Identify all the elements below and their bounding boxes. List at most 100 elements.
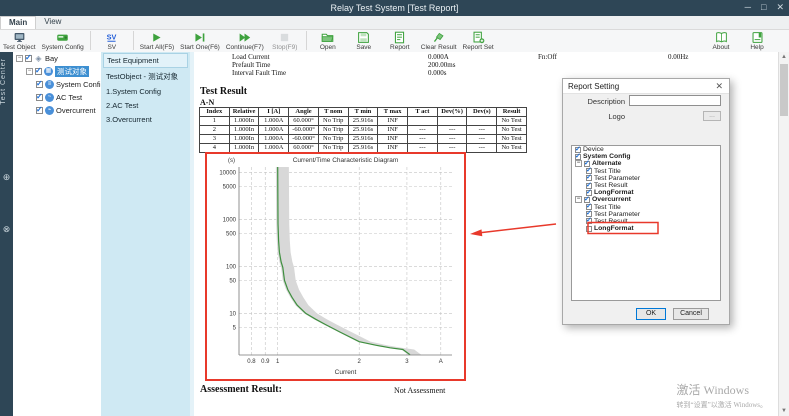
close-circle-icon[interactable]: ⊗ (1, 224, 12, 235)
expander-icon[interactable]: − (16, 55, 23, 62)
dialog-tree-item-longformat[interactable]: LongFormat (572, 189, 720, 196)
nav-item-testobject-测试对象[interactable]: TestObject - 测试对象 (103, 69, 188, 84)
dialog-tree-item-test-result[interactable]: Test Result (572, 218, 720, 225)
toolbar-button-label: Report Set (463, 44, 494, 51)
toolbar-button-clear-result[interactable]: Clear Result (418, 31, 460, 51)
report-setting-dialog: Report Setting ✕ Description Logo ... De… (562, 78, 730, 325)
checkbox[interactable] (36, 94, 43, 101)
save-icon (349, 31, 379, 44)
dialog-tree-item-system-config[interactable]: System Config (572, 153, 720, 160)
toolbar-button-label: Start All(F5) (140, 44, 174, 51)
report-set-icon (463, 31, 494, 44)
table-cell: 1.000In (229, 117, 259, 126)
nav-item-2-ac-test[interactable]: 2.AC Test (103, 99, 188, 112)
ok-button[interactable]: OK (636, 308, 666, 320)
description-input[interactable] (629, 95, 721, 106)
toolbar: Test ObjectSystem Config SVSV Start All(F5… (0, 30, 789, 54)
about-book-icon (706, 31, 736, 44)
toolbar-button-label: Save (349, 44, 379, 51)
dialog-tree-item-test-result[interactable]: Test Result (572, 182, 720, 189)
logo-browse-button[interactable]: ... (703, 111, 721, 121)
minimize-button[interactable]: ─ (745, 1, 751, 14)
tree-item-label: Bay (45, 54, 58, 63)
dialog-tree-item-test-title[interactable]: Test Title (572, 168, 720, 175)
toolbar-button-test-object[interactable]: Test Object (0, 31, 39, 51)
vertical-scrollbar[interactable]: ▲ ▼ (778, 52, 789, 416)
checkbox[interactable] (36, 107, 43, 114)
close-button[interactable]: ✕ (776, 1, 784, 14)
checkbox[interactable] (35, 68, 42, 75)
checkbox[interactable] (575, 154, 581, 160)
table-cell: 1.000In (229, 126, 259, 135)
dialog-tree-item-alternate[interactable]: −Alternate (572, 160, 720, 167)
ribbon-tab-main[interactable]: Main (0, 16, 36, 29)
table-cell: No Trip (318, 135, 348, 144)
dialog-tree-item-test-parameter[interactable]: Test Parameter (572, 175, 720, 182)
dialog-tree-item-device[interactable]: Device (572, 146, 720, 153)
dialog-tree-item-test-parameter[interactable]: Test Parameter (572, 211, 720, 218)
dialog-close-icon[interactable]: ✕ (715, 81, 723, 92)
column-header-dev: Dev(%) (437, 108, 467, 117)
cancel-button[interactable]: Cancel (673, 308, 709, 320)
toolbar-button-system-config[interactable]: System Config (39, 31, 87, 51)
checkbox[interactable] (25, 55, 32, 62)
logo-label: Logo (579, 112, 625, 121)
maximize-button[interactable]: □ (761, 1, 766, 14)
nav-item-3-overcurrent[interactable]: 3.Overcurrent (103, 113, 188, 126)
table-cell (408, 117, 438, 126)
characteristic-curve (278, 167, 410, 355)
table-cell: 25.916s (348, 135, 378, 144)
toolbar-button-save[interactable]: Save (346, 31, 382, 51)
expander-icon[interactable]: − (26, 68, 33, 75)
checkbox[interactable] (36, 81, 43, 88)
checkbox[interactable] (586, 218, 592, 224)
toolbar-separator (90, 31, 91, 50)
dialog-tree-item-overcurrent[interactable]: −Overcurrent (572, 196, 720, 203)
toolbar-button-continue-f7[interactable]: Continue(F7) (223, 31, 267, 51)
toolbar-button-help[interactable]: Help (739, 31, 775, 51)
tree-item-system-config[interactable]: ≡System Config (13, 78, 101, 91)
toolbar-button-about[interactable]: About (703, 31, 739, 51)
toolbar-button-report-set[interactable]: Report Set (460, 31, 497, 51)
toolbar-button-report[interactable]: Report (382, 31, 418, 51)
y-tick-label: 5 (233, 326, 237, 332)
ribbon-tab-view[interactable]: View (36, 16, 69, 28)
tree-item-bay[interactable]: −◈Bay (13, 52, 101, 65)
scroll-up-icon[interactable]: ▲ (779, 54, 789, 60)
table-cell: --- (437, 135, 467, 144)
tree-item-测试对象[interactable]: −▦测试对象 (13, 65, 101, 78)
add-circle-icon[interactable]: ⊕ (1, 172, 12, 183)
dialog-tree-item-longformat[interactable]: LongFormat (572, 225, 720, 232)
table-cell: No Trip (318, 117, 348, 126)
tree-item-overcurrent[interactable]: ⌁Overcurrent (13, 104, 101, 117)
dialog-tree-item-test-title[interactable]: Test Title (572, 204, 720, 211)
tree-item-ac-test[interactable]: ~AC Test (13, 91, 101, 104)
table-cell: 1.000In (229, 135, 259, 144)
table-cell: --- (467, 135, 497, 144)
expander-icon[interactable]: − (575, 160, 582, 167)
param-label: Fn:Off (538, 53, 557, 61)
toolbar-button-sv[interactable]: SVSV (94, 31, 130, 51)
overcurrent-node-icon: ⌁ (45, 106, 54, 115)
expander-icon[interactable]: − (575, 196, 582, 203)
toolbar-button-start-all-f5[interactable]: Start All(F5) (137, 31, 177, 51)
x-tick-label: 0.8 (247, 359, 256, 365)
table-cell: 3 (200, 135, 230, 144)
test-center-tab[interactable]: Test Center (0, 58, 13, 105)
help-book-icon (742, 31, 772, 44)
scroll-down-icon[interactable]: ▼ (779, 408, 789, 414)
param-value: 200.00ms (428, 61, 455, 69)
toolbar-button-open[interactable]: Open (310, 31, 346, 51)
nav-item-test-equipment[interactable]: Test Equipment (103, 53, 188, 68)
y-axis-unit: (s) (228, 158, 235, 164)
dialog-tree-item-label: Test Parameter (594, 211, 640, 218)
param-value: 0.000s (428, 69, 446, 77)
checkbox[interactable] (586, 226, 592, 232)
dialog-tree-item-label: Test Result (594, 218, 628, 225)
toolbar-button-start-one-f6[interactable]: Start One(F6) (177, 31, 223, 51)
scrollbar-thumb[interactable] (780, 64, 788, 116)
toolbar-button-stop-f9[interactable]: Stop(F9) (267, 31, 303, 51)
nav-item-1-system-config[interactable]: 1.System Config (103, 85, 188, 98)
ribbon-tab-row: MainView (0, 16, 789, 30)
table-row: 31.000In1.000A-60.000°No Trip25.916sINF-… (200, 135, 527, 144)
